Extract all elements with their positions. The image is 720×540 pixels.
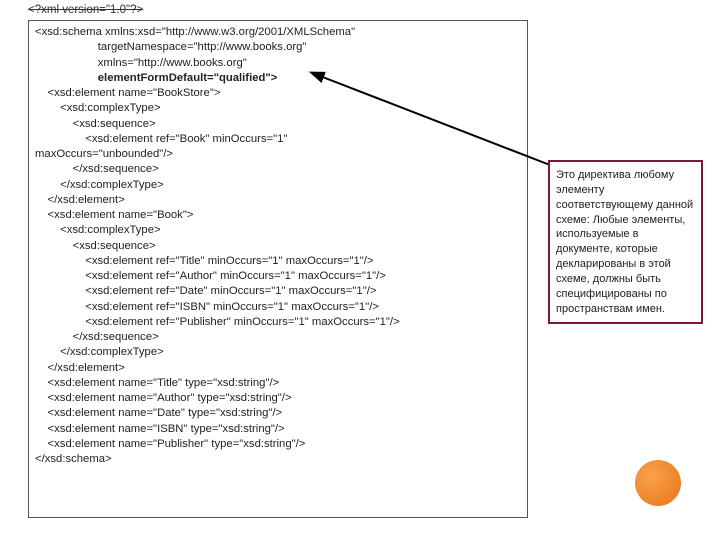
code-line: <xsd:element ref="Title" minOccurs="1" m… <box>35 254 521 269</box>
code-line: targetNamespace="http://www.books.org" <box>35 40 521 55</box>
code-line: <xsd:sequence> <box>35 117 521 132</box>
code-line: <xsd:complexType> <box>35 223 521 238</box>
code-line-bold: elementFormDefault="qualified"> <box>35 71 521 86</box>
code-line: <xsd:element ref="Date" minOccurs="1" ma… <box>35 284 521 299</box>
decorative-circle-icon <box>635 460 681 506</box>
code-line: <xsd:sequence> <box>35 239 521 254</box>
code-line: </xsd:schema> <box>35 452 521 467</box>
code-line: <xsd:element ref="ISBN" minOccurs="1" ma… <box>35 300 521 315</box>
code-line: maxOccurs="unbounded"/> <box>35 147 521 162</box>
annotation-text: Это директива любому элементу соответств… <box>556 169 693 315</box>
code-line: </xsd:element> <box>35 361 521 376</box>
code-line: <xsd:element name="Author" type="xsd:str… <box>35 391 521 406</box>
code-line: <xsd:element name="Book"> <box>35 208 521 223</box>
code-line: <xsd:element name="Title" type="xsd:stri… <box>35 376 521 391</box>
code-line: <xsd:element ref="Author" minOccurs="1" … <box>35 269 521 284</box>
code-line: </xsd:element> <box>35 193 521 208</box>
code-line: xmlns="http://www.books.org" <box>35 56 521 71</box>
code-line: <xsd:element name="BookStore"> <box>35 86 521 101</box>
code-line: </xsd:complexType> <box>35 178 521 193</box>
code-line: <xsd:complexType> <box>35 101 521 116</box>
xml-declaration: <?xml version="1.0"?> <box>28 4 143 16</box>
code-line: </xsd:sequence> <box>35 162 521 177</box>
code-line: <xsd:element ref="Publisher" minOccurs="… <box>35 315 521 330</box>
code-line: <xsd:element name="Publisher" type="xsd:… <box>35 437 521 452</box>
annotation-callout: Это директива любому элементу соответств… <box>548 160 703 324</box>
code-line: <xsd:element name="Date" type="xsd:strin… <box>35 406 521 421</box>
code-line: <xsd:element name="ISBN" type="xsd:strin… <box>35 422 521 437</box>
code-line: <xsd:element ref="Book" minOccurs="1" <box>35 132 521 147</box>
code-line: <xsd:schema xmlns:xsd="http://www.w3.org… <box>35 25 521 40</box>
code-line: </xsd:sequence> <box>35 330 521 345</box>
code-line: </xsd:complexType> <box>35 345 521 360</box>
schema-code-box: <xsd:schema xmlns:xsd="http://www.w3.org… <box>28 20 528 518</box>
